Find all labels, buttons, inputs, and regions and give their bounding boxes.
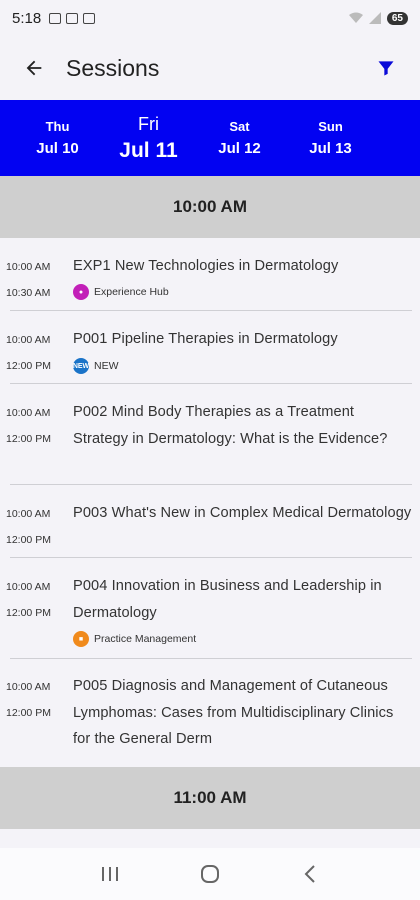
day-tabs: Thu Jul 10 Fri Jul 11 Sat Jul 12 Sun Jul… — [0, 100, 420, 176]
chevron-left-icon — [304, 865, 315, 883]
home-button[interactable] — [190, 854, 230, 894]
session-title: P001 Pipeline Therapies in Dermatology — [73, 331, 338, 347]
session-end: 12:00 PM — [6, 707, 51, 719]
status-bar: 5:18 65 — [0, 0, 420, 36]
status-time: 5:18 — [12, 9, 42, 27]
session-title: EXP1 New Technologies in Dermatology — [73, 258, 339, 274]
session-end: 12:00 PM — [6, 360, 51, 372]
recent-apps-icon — [102, 867, 118, 881]
tab-fri[interactable]: Fri Jul 11 — [103, 100, 194, 176]
session-start: 10:00 AM — [6, 581, 51, 593]
system-nav-bar — [0, 848, 420, 900]
back-nav-button[interactable] — [290, 854, 330, 894]
tab-sun[interactable]: Sun Jul 13 — [285, 100, 376, 176]
list-item[interactable]: 10:00 AM 12:00 PM P003 What's New in Com… — [0, 485, 420, 557]
session-end: 12:00 PM — [6, 607, 51, 619]
lightbulb-icon: ● — [73, 284, 89, 300]
session-start: 10:00 AM — [6, 407, 51, 419]
tag-label: Practice Management — [94, 633, 197, 645]
wifi-icon — [348, 12, 363, 23]
session-end: 12:00 PM — [6, 433, 51, 445]
status-right: 65 — [348, 11, 408, 25]
arrow-left-icon — [26, 60, 42, 76]
filter-icon — [378, 61, 394, 76]
new-badge-icon: NEW — [73, 358, 89, 374]
recent-apps-button[interactable] — [90, 854, 130, 894]
tab-dow: Fri — [138, 113, 159, 134]
session-title: P003 What's New in Complex Medical Derma… — [73, 505, 412, 521]
tab-date: Jul 12 — [218, 140, 261, 157]
session-start: 10:00 AM — [6, 508, 51, 520]
notification-icon — [49, 12, 62, 24]
list-item[interactable]: 10:00 AM 12:00 PM P002 Mind Body Therapi… — [0, 384, 420, 484]
tab-date: Jul 10 — [36, 140, 79, 157]
home-icon — [201, 865, 219, 883]
time-header: 10:00 AM — [0, 176, 420, 238]
session-start: 10:00 AM — [6, 334, 51, 346]
session-tag: ■ Practice Management — [73, 631, 196, 647]
list-item[interactable]: 10:00 AM 12:00 PM P001 Pipeline Therapie… — [0, 311, 420, 383]
session-start: 10:00 AM — [6, 681, 51, 693]
session-end: 12:00 PM — [6, 534, 51, 546]
signal-icon — [368, 12, 381, 24]
notification-icon — [66, 12, 79, 24]
battery-icon: 65 — [386, 11, 408, 25]
session-title: P005 Diagnosis and Management of Cutaneo… — [73, 678, 394, 747]
tab-thu[interactable]: Thu Jul 10 — [12, 100, 103, 176]
tag-label: NEW — [94, 360, 119, 372]
session-start: 10:00 AM — [6, 261, 51, 273]
list-item[interactable]: 10:00 AM 12:00 PM P005 Diagnosis and Man… — [0, 659, 420, 767]
filter-button[interactable] — [372, 54, 400, 82]
list-item[interactable]: 10:00 AM 12:00 PM P004 Innovation in Bus… — [0, 558, 420, 658]
session-title: P004 Innovation in Business and Leadersh… — [73, 578, 382, 621]
app-bar: Sessions — [0, 36, 420, 100]
tag-label: Experience Hub — [94, 286, 169, 298]
session-title: P002 Mind Body Therapies as a Treatment … — [73, 404, 388, 447]
tab-dow: Thu — [45, 119, 70, 134]
list-item[interactable]: 10:00 AM 10:30 AM EXP1 New Technologies … — [0, 238, 420, 310]
session-tag: NEW NEW — [73, 358, 119, 374]
notification-icon — [83, 12, 96, 24]
tab-dow: Sun — [318, 119, 343, 134]
session-tag: ● Experience Hub — [73, 284, 169, 300]
back-button[interactable] — [20, 54, 48, 82]
tab-sat[interactable]: Sat Jul 12 — [194, 100, 285, 176]
page-title: Sessions — [66, 54, 160, 81]
session-end: 10:30 AM — [6, 287, 51, 299]
notification-icons — [49, 12, 96, 24]
time-header: 11:00 AM — [0, 767, 420, 829]
tab-dow: Sat — [229, 119, 250, 134]
tab-date: Jul 13 — [309, 140, 352, 157]
tab-date: Jul 11 — [119, 138, 178, 162]
briefcase-icon: ■ — [73, 631, 89, 647]
